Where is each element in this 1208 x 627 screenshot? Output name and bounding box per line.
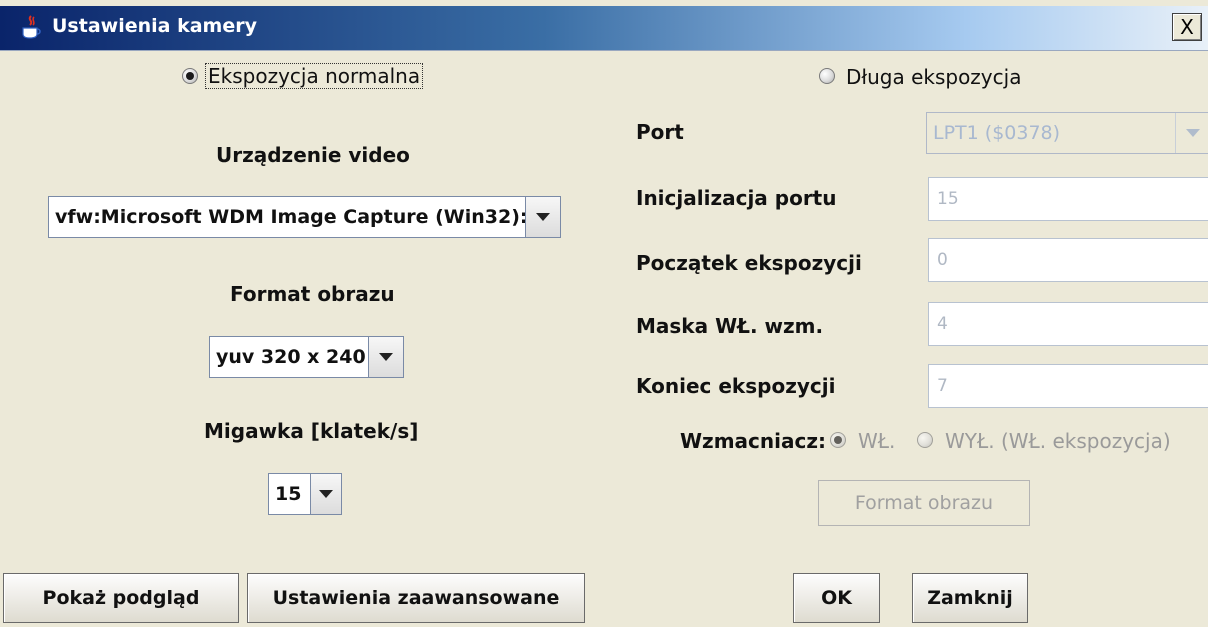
exposure-start-field[interactable]: 0 <box>928 238 1208 282</box>
image-format-value: yuv 320 x 240 <box>216 346 366 368</box>
chevron-down-icon <box>536 213 550 221</box>
right-image-format-button[interactable]: Format obrazu <box>818 480 1030 526</box>
video-device-label: Urządzenie video <box>216 143 410 167</box>
advanced-settings-button[interactable]: Ustawienia zaawansowane <box>247 573 585 623</box>
normal-exposure-radio[interactable] <box>182 68 198 84</box>
video-device-value: vfw:Microsoft WDM Image Capture (Win32):… <box>55 206 525 228</box>
port-value: LPT1 ($0378) <box>933 122 1061 144</box>
long-exposure-label[interactable]: Długa ekspozycja <box>846 65 1021 89</box>
amp-mask-label: Maska WŁ. wzm. <box>636 314 824 338</box>
normal-exposure-label[interactable]: Ekspozycja normalna <box>205 63 424 89</box>
amp-on-label[interactable]: WŁ. <box>858 429 895 453</box>
chevron-down-icon <box>319 490 333 498</box>
shutter-value: 15 <box>275 483 302 505</box>
exposure-end-label: Koniec ekspozycji <box>636 374 836 398</box>
close-button[interactable]: Zamknij <box>912 573 1028 623</box>
image-format-dropdown-button[interactable] <box>368 337 403 377</box>
shutter-label: Migawka [klatek/s] <box>204 419 419 443</box>
shutter-dropdown-button[interactable] <box>310 474 341 514</box>
ok-button[interactable]: OK <box>793 573 880 623</box>
title-bar: Ustawienia kamery X <box>0 6 1208 51</box>
video-device-combo[interactable]: vfw:Microsoft WDM Image Capture (Win32):… <box>48 196 561 238</box>
image-format-combo[interactable]: yuv 320 x 240 <box>209 336 404 378</box>
java-cup-icon <box>22 15 41 39</box>
shutter-combo[interactable]: 15 <box>268 473 342 515</box>
port-init-label: Inicjalizacja portu <box>636 186 837 210</box>
long-exposure-radio[interactable] <box>819 68 835 84</box>
image-format-label: Format obrazu <box>230 282 395 306</box>
video-device-dropdown-button[interactable] <box>525 197 560 237</box>
normal-exposure-text: Ekspozycja normalna <box>205 63 424 89</box>
amp-on-radio[interactable] <box>830 432 846 448</box>
port-combo[interactable]: LPT1 ($0378) <box>926 112 1208 154</box>
close-icon: X <box>1180 15 1194 39</box>
preview-button[interactable]: Pokaż podgląd <box>3 573 239 623</box>
amplifier-label: Wzmacniacz: <box>680 429 826 453</box>
amp-off-label[interactable]: WYŁ. (WŁ. ekspozycja) <box>945 429 1171 453</box>
exposure-start-label: Początek ekspozycji <box>636 251 862 275</box>
amp-mask-field[interactable]: 4 <box>928 302 1208 346</box>
chevron-down-icon <box>1186 129 1200 137</box>
port-dropdown-button[interactable] <box>1175 113 1208 153</box>
window-close-button[interactable]: X <box>1172 13 1202 41</box>
window-title: Ustawienia kamery <box>52 15 257 37</box>
amp-off-radio[interactable] <box>917 432 933 448</box>
port-label: Port <box>636 120 684 144</box>
chevron-down-icon <box>379 353 393 361</box>
exposure-end-field[interactable]: 7 <box>928 364 1208 408</box>
port-init-field[interactable]: 15 <box>928 177 1208 221</box>
